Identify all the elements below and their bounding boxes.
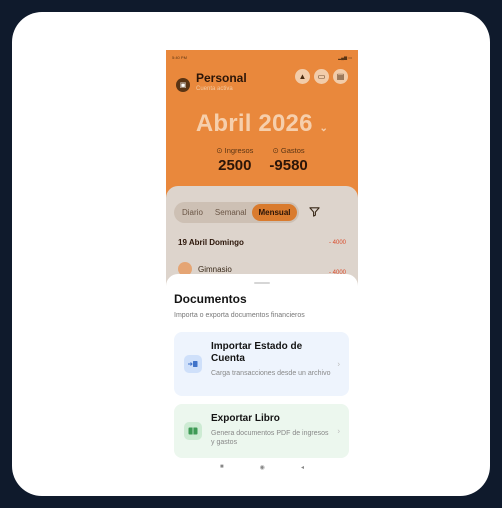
- month-selector[interactable]: Abril 2026 ⌄: [166, 110, 358, 138]
- account-selector[interactable]: ▣ Personal Cuenta activa: [176, 72, 247, 93]
- drag-handle[interactable]: [254, 282, 270, 284]
- system-nav-bar: ■ ◉ ◂: [166, 464, 358, 471]
- import-description: Carga transacciones desde un archivo: [211, 370, 331, 377]
- income-label: Ingresos: [224, 146, 254, 155]
- home-icon[interactable]: ◉: [260, 464, 265, 471]
- income-stat: ⊙ Ingresos 2500: [216, 146, 253, 174]
- status-bar: 5:40 PM ▂▄▆ ▭: [172, 53, 352, 61]
- info-icon: ⊙: [216, 146, 223, 155]
- header-actions: ▲ ▭ ▤: [295, 69, 348, 84]
- filter-icon[interactable]: [308, 206, 320, 220]
- period-tabs: Diario Semanal Mensual: [174, 202, 299, 223]
- status-indicators: ▂▄▆ ▭: [338, 54, 352, 60]
- export-title: Exportar Libro: [211, 413, 280, 424]
- day-header: 19 Abril Domingo: [178, 238, 244, 247]
- card-icon[interactable]: ▭: [314, 69, 329, 84]
- expense-stat: ⊙ Gastos -9580: [269, 146, 307, 174]
- export-book-icon: [184, 422, 202, 440]
- transaction-name: Gimnasio: [198, 264, 232, 274]
- document-icon[interactable]: ▤: [333, 69, 348, 84]
- account-title: Personal: [196, 71, 247, 85]
- tab-mensual[interactable]: Mensual: [252, 204, 297, 221]
- import-title: Importar Estado de Cuenta: [211, 341, 303, 364]
- export-description: Genera documentos PDF de ingresos y gast…: [211, 430, 329, 446]
- export-book-option[interactable]: Exportar Libro Genera documentos PDF de …: [174, 404, 349, 458]
- import-statement-option[interactable]: Importar Estado de Cuenta Carga transacc…: [174, 332, 349, 396]
- recent-apps-icon[interactable]: ■: [220, 464, 224, 471]
- tab-diario[interactable]: Diario: [176, 204, 209, 221]
- chevron-down-icon: ⌄: [319, 123, 329, 134]
- back-icon[interactable]: ◂: [301, 464, 304, 471]
- day-total: - 4000: [328, 240, 346, 246]
- info-icon: ⊙: [272, 146, 279, 155]
- expense-label: Gastos: [280, 146, 305, 155]
- sheet-title: Documentos: [174, 292, 247, 306]
- import-icon: [184, 355, 202, 373]
- expense-value: -9580: [269, 157, 308, 174]
- income-value: 2500: [218, 157, 252, 174]
- phone-screen: 5:40 PM ▂▄▆ ▭ ▣ Personal Cuenta activa ▲…: [166, 50, 358, 474]
- month-label: Abril 2026: [195, 110, 313, 137]
- period-tabs-row: Diario Semanal Mensual: [174, 202, 320, 223]
- chevron-right-icon: ›: [337, 359, 340, 369]
- upload-icon[interactable]: ▲: [295, 69, 310, 84]
- account-subtitle: Cuenta activa: [196, 86, 233, 92]
- status-time: 5:40 PM: [172, 54, 187, 60]
- wallet-icon: ▣: [176, 77, 190, 92]
- documents-sheet: Documentos Importa o exporta documentos …: [166, 274, 358, 474]
- chevron-right-icon: ›: [337, 426, 340, 436]
- tab-semanal[interactable]: Semanal: [209, 204, 253, 221]
- summary-stats: ⊙ Ingresos 2500 ⊙ Gastos -9580: [166, 146, 358, 174]
- sheet-subtitle: Importa o exporta documentos financieros: [174, 312, 305, 319]
